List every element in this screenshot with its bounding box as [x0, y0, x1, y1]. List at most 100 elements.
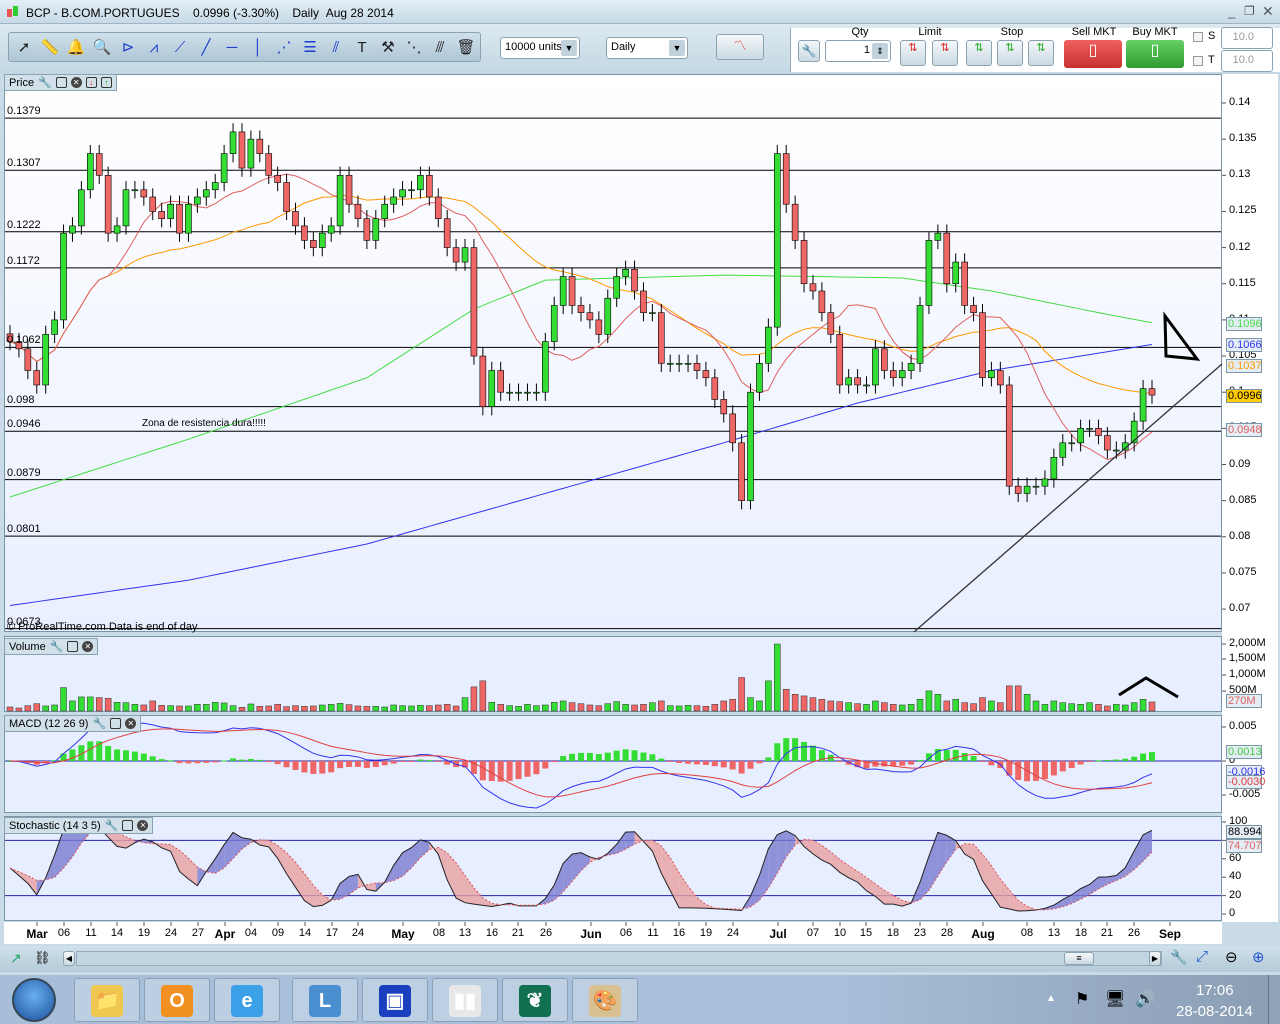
- macd-histogram-bar: [337, 761, 344, 769]
- wrench-icon[interactable]: 🔧: [50, 640, 64, 653]
- macd-histogram-bar: [595, 754, 602, 761]
- volume-bar: [961, 702, 968, 712]
- candle-up: [756, 362, 763, 393]
- stoch-fill: [572, 852, 581, 882]
- arrow-down-icon[interactable]: ↓: [85, 77, 97, 88]
- volume-bar: [122, 702, 130, 712]
- file-explorer-icon[interactable]: 📁: [74, 978, 140, 1022]
- action-center-icon[interactable]: ⚑: [1075, 989, 1089, 1009]
- volume-bar: [988, 700, 995, 712]
- start-button[interactable]: [12, 978, 56, 1022]
- ma100-value: 0.1096: [1226, 317, 1262, 331]
- network-icon[interactable]: 🖥: [1105, 989, 1125, 1009]
- candle-down: [1104, 435, 1111, 451]
- macd-histogram-bar: [346, 761, 353, 767]
- candle-up: [1139, 388, 1147, 422]
- x-tick-label: 15: [859, 927, 873, 939]
- annotation-text[interactable]: Zona de resistencia dura!!!!!: [142, 418, 266, 429]
- maximize-icon[interactable]: [67, 641, 79, 652]
- paint-icon[interactable]: 🎨: [572, 978, 638, 1022]
- remote-desktop-icon[interactable]: ▣: [362, 978, 428, 1022]
- volume-icon[interactable]: 🔊: [1135, 989, 1155, 1009]
- show-desktop-button[interactable]: [1268, 975, 1280, 1024]
- macd-histogram-bar: [105, 745, 112, 761]
- wrench-icon[interactable]: 🔧: [105, 819, 119, 832]
- maximize-icon[interactable]: [122, 820, 134, 831]
- volume-bar: [1068, 703, 1075, 712]
- triangle-drawing[interactable]: [1163, 311, 1201, 361]
- close-icon[interactable]: ✕: [82, 641, 94, 652]
- maximize-icon[interactable]: [110, 718, 122, 729]
- candle-down: [631, 268, 638, 292]
- stoch-fill: [447, 852, 457, 899]
- volume-bar: [113, 702, 121, 712]
- wrench-icon[interactable]: 🔧: [92, 717, 106, 730]
- candle-up: [533, 391, 540, 394]
- y-tick-label: 0: [1229, 907, 1236, 919]
- export-icon[interactable]: ↗: [10, 950, 22, 967]
- volume-bar: [1041, 704, 1049, 712]
- macd-histogram-bar: [1068, 761, 1075, 769]
- wrench-icon[interactable]: 🔧: [38, 76, 52, 89]
- volume-bar: [881, 702, 888, 712]
- show-hidden-icons[interactable]: ▲: [1046, 993, 1056, 1004]
- clock-time[interactable]: 17:06: [1196, 982, 1234, 999]
- stoch-fill: [625, 831, 635, 850]
- zoom-in-icon[interactable]: ⊕: [1252, 948, 1265, 966]
- stoch-fill: [679, 872, 689, 908]
- taskbar: 📁 Oe L ▣ ▮▮ ❦ 🎨 ▲ ⚑ 🖥 🔊 17:06 28-08-2014: [0, 975, 1280, 1024]
- stoch-fill: [54, 829, 64, 878]
- internet-explorer-icon[interactable]: e: [214, 978, 280, 1022]
- volume-bar: [568, 702, 576, 712]
- scroll-track[interactable]: [76, 951, 1162, 966]
- volume-bar: [1148, 701, 1156, 712]
- volume-bar: [104, 698, 112, 712]
- lync-icon[interactable]: L: [292, 978, 358, 1022]
- candle-up: [898, 370, 906, 379]
- volume-bar: [1050, 700, 1058, 712]
- prorealtime-icon[interactable]: ▮▮: [432, 978, 498, 1022]
- volume-bar: [1104, 705, 1111, 712]
- close-icon[interactable]: ✕: [125, 718, 137, 729]
- macd-histogram-bar: [87, 741, 94, 761]
- outlook-icon[interactable]: O: [144, 978, 210, 1022]
- arrow-up-icon[interactable]: ↑: [100, 77, 112, 88]
- trendline-drawing[interactable]: [913, 363, 1223, 633]
- maximize-icon[interactable]: [55, 77, 67, 88]
- close-icon[interactable]: ✕: [70, 77, 82, 88]
- macd-histogram-bar: [194, 761, 201, 764]
- candle-down: [729, 413, 736, 444]
- scroll-left-button[interactable]: ◀: [63, 951, 75, 966]
- x-tick-label: 26: [1127, 927, 1141, 939]
- candle-down: [720, 399, 728, 415]
- chart-settings-icon[interactable]: 🔧: [1170, 949, 1187, 966]
- y-tick-label: 1,000M: [1229, 668, 1266, 680]
- x-tick-label: 21: [511, 927, 525, 939]
- candle-up: [336, 175, 344, 227]
- volume-bar: [952, 699, 959, 712]
- scroll-right-button[interactable]: ▶: [1149, 951, 1161, 966]
- macd-histogram-bar: [114, 749, 121, 761]
- volume-bar: [95, 697, 103, 712]
- volume-bar: [194, 704, 201, 712]
- volume-bar: [452, 705, 460, 712]
- candle-down: [479, 355, 487, 407]
- link-candles-icon[interactable]: ⛓: [34, 950, 51, 966]
- candle-down: [693, 362, 701, 371]
- volume-arrow-drawing[interactable]: [1118, 676, 1179, 699]
- candle-up: [613, 276, 620, 299]
- volume-bar: [1113, 704, 1120, 712]
- scroll-thumb[interactable]: ≡: [1064, 952, 1094, 965]
- auto-zoom-icon[interactable]: ⤢: [1196, 948, 1208, 965]
- clock-date[interactable]: 28-08-2014: [1176, 1003, 1253, 1020]
- candle-up: [675, 362, 683, 365]
- candle-down: [24, 348, 32, 371]
- close-icon[interactable]: ✕: [137, 820, 149, 831]
- zoom-out-icon[interactable]: ⊖: [1225, 948, 1238, 966]
- macd-histogram-bar: [1140, 753, 1147, 761]
- volume-bar: [666, 705, 674, 712]
- x-tick-label: 23: [913, 927, 927, 939]
- volume-bar: [149, 700, 156, 712]
- macd-histogram-bar: [158, 759, 165, 761]
- app-leaf-icon[interactable]: ❦: [502, 978, 568, 1022]
